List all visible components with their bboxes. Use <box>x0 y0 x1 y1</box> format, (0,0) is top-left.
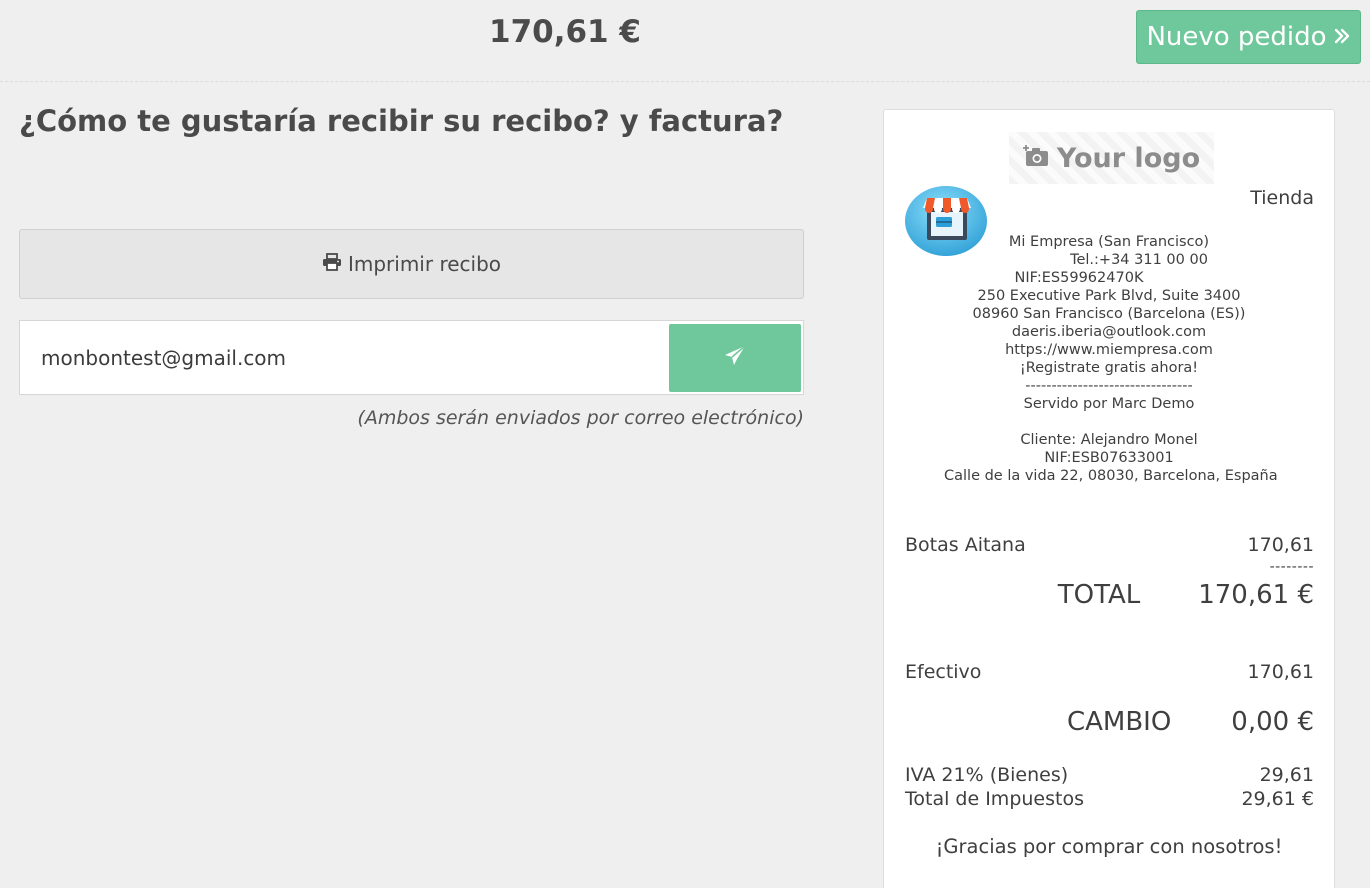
receipt-question: ¿Cómo te gustaría recibir su recibo? y f… <box>19 104 784 138</box>
item-name: Botas Aitana <box>905 534 1026 556</box>
company-line: ¡Registrate gratis ahora! <box>1019 360 1199 376</box>
company-line <box>944 413 1274 431</box>
store-type: Tienda <box>1250 187 1314 209</box>
printer-icon <box>322 252 342 276</box>
tax-total-label: Total de Impuestos <box>905 788 1084 810</box>
payment-amount: 170,61 <box>1247 661 1314 683</box>
email-input[interactable] <box>20 321 665 394</box>
print-receipt-label: Imprimir recibo <box>347 252 502 276</box>
tax-total-value: 29,61 € <box>1241 788 1314 810</box>
send-email-button[interactable] <box>669 324 801 392</box>
company-line: Servido por Marc Demo <box>1023 396 1195 412</box>
tax-label: IVA 21% (Bienes) <box>905 764 1069 786</box>
total-label: TOTAL <box>1057 580 1141 610</box>
tax-value: 29,61 <box>1259 764 1314 786</box>
double-chevron-right-icon <box>1333 22 1351 52</box>
company-line: NIF:ES59962470K <box>1014 270 1144 286</box>
new-order-label: Nuevo pedido <box>1146 22 1327 52</box>
company-line: Cliente: Alejandro Monel <box>1020 432 1198 448</box>
thanks-message: ¡Gracias por comprar con nosotros! <box>935 835 1283 858</box>
change-value: 0,00 € <box>1231 707 1314 737</box>
company-line: Mi Empresa (San Francisco) <box>1008 234 1210 250</box>
print-receipt-button[interactable]: Imprimir recibo <box>19 229 804 299</box>
email-hint: (Ambos serán enviados por correo electró… <box>357 407 804 429</box>
payment-method: Efectivo <box>905 661 982 683</box>
tax-total-row: Total de Impuestos 29,61 € <box>905 788 1314 810</box>
camera-plus-icon <box>1022 143 1049 174</box>
change-label: CAMBIO <box>1066 707 1172 737</box>
order-total: 170,61 € <box>489 14 641 50</box>
new-order-button[interactable]: Nuevo pedido <box>1136 10 1361 64</box>
company-line: 08960 San Francisco (Barcelona (ES)) <box>972 306 1246 322</box>
company-line: daeris.iberia@outlook.com <box>1011 324 1207 340</box>
total-value: 170,61 € <box>1198 580 1314 610</box>
company-line: NIF:ESB07633001 <box>1044 450 1174 466</box>
payment-row: Efectivo 170,61 <box>905 661 1314 683</box>
receipt-preview: Your logo Tienda Mi Empresa (San Francis… <box>883 109 1335 888</box>
separator: -------- <box>1269 559 1314 575</box>
item-price: 170,61 <box>1247 534 1314 556</box>
email-form <box>19 320 804 395</box>
top-bar: 170,61 € Nuevo pedido <box>0 0 1370 82</box>
company-line: Calle de la vida 22, 08030, Barcelona, E… <box>944 468 1278 484</box>
paper-plane-icon <box>723 345 747 371</box>
change-row: CAMBIO 0,00 € <box>1067 707 1314 737</box>
company-line: 250 Executive Park Blvd, Suite 3400 <box>977 288 1241 304</box>
line-item: Botas Aitana 170,61 <box>905 534 1314 556</box>
tax-row: IVA 21% (Bienes) 29,61 <box>905 764 1314 786</box>
logo-text: Your logo <box>1056 142 1201 174</box>
company-info: Mi Empresa (San Francisco) Tel.:+34 311 … <box>944 233 1278 485</box>
company-line: https://www.miempresa.com <box>1005 342 1213 358</box>
company-line: -------------------------------- <box>1025 378 1193 394</box>
logo-placeholder[interactable]: Your logo <box>1009 132 1214 184</box>
total-row: TOTAL 170,61 € <box>1058 580 1314 610</box>
company-line: Tel.:+34 311 00 00 <box>1070 252 1208 268</box>
